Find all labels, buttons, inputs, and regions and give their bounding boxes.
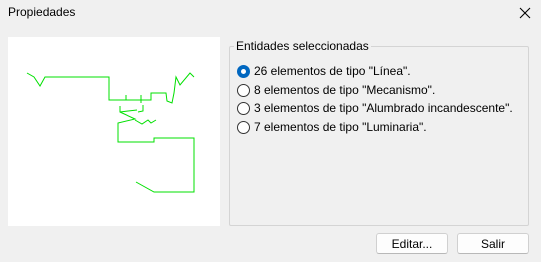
selection-preview <box>8 37 220 226</box>
option-label: 3 elementos de tipo "Alumbrado incandesc… <box>254 101 513 115</box>
option-lines[interactable]: 26 elementos de tipo "Línea". <box>237 63 411 79</box>
preview-drawing <box>26 72 195 193</box>
option-mechanisms[interactable]: 8 elementos de tipo "Mecanismo". <box>237 82 435 98</box>
radio-button[interactable] <box>237 83 250 97</box>
option-label: 7 elementos de tipo "Luminaria". <box>254 120 427 134</box>
option-label: 8 elementos de tipo "Mecanismo". <box>254 83 436 97</box>
radio-button[interactable] <box>237 64 250 78</box>
window-title: Propiedades <box>8 5 76 19</box>
close-icon <box>519 7 531 19</box>
exit-button[interactable]: Salir <box>457 233 529 254</box>
title-bar: Propiedades <box>0 0 541 26</box>
edit-button[interactable]: Editar... <box>376 233 448 254</box>
radio-button[interactable] <box>237 120 250 134</box>
option-incandescent-lighting[interactable]: 3 elementos de tipo "Alumbrado incandesc… <box>237 100 513 116</box>
radio-button[interactable] <box>237 101 250 115</box>
option-label: 26 elementos de tipo "Línea". <box>254 64 411 78</box>
option-luminaires[interactable]: 7 elementos de tipo "Luminaria". <box>237 119 427 135</box>
selected-entities-label: Entidades seleccionadas <box>234 39 371 53</box>
preview-lines <box>26 72 195 193</box>
close-button[interactable] <box>509 0 541 26</box>
